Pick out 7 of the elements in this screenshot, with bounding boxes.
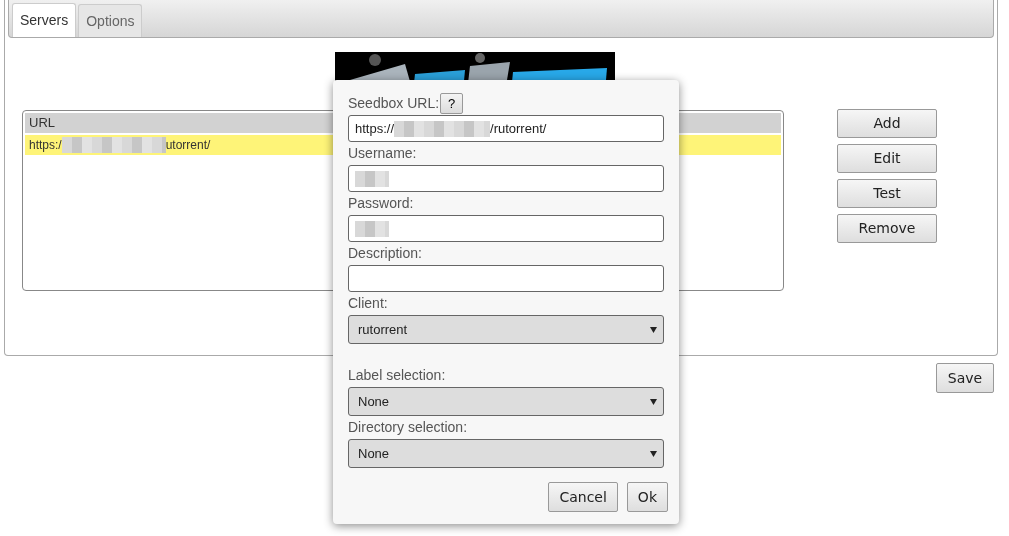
field-label: Description: (348, 244, 422, 263)
field-label: Client: (348, 294, 388, 313)
field-label: Password: (348, 194, 414, 213)
field-label: Directory selection: (348, 418, 468, 437)
field-label: Label selection: (348, 366, 446, 385)
field-label: Username: (348, 144, 417, 163)
field-label: Seedbox URL: (348, 94, 440, 113)
